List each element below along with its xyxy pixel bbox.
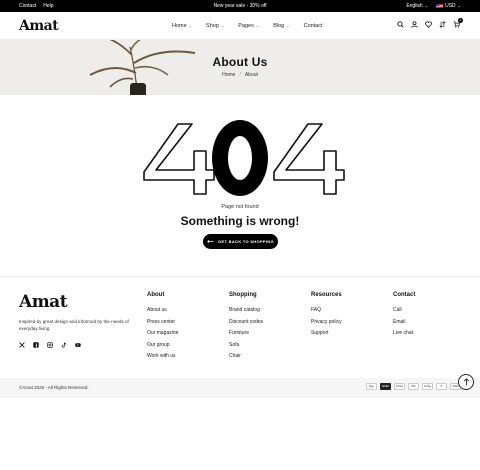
nav-item-shop[interactable]: Shop ⌄ <box>206 23 224 29</box>
chevron-down-icon: ⌄ <box>457 3 461 8</box>
footer-link[interactable]: Chair <box>229 353 263 365</box>
nav-item-pages[interactable]: Pages ⌄ <box>238 23 259 29</box>
paypal-icon: P <box>436 383 447 390</box>
footer-link[interactable]: Discount codes <box>229 319 263 331</box>
footer-link[interactable]: Our magazine <box>147 330 178 342</box>
footer-column-contact: Contact Call Email Live chat <box>393 292 415 342</box>
nav-label: Blog <box>273 23 285 29</box>
back-to-shopping-button[interactable]: GET BACK TO SHOPPING <box>203 234 278 249</box>
footer-bottom-bar: ©Amat 2025 - All Rights Reserved. Pay AM… <box>0 378 480 398</box>
language-selector[interactable]: English ⌄ <box>406 3 428 9</box>
footer-column-resources: Resources FAQ Privacy policy Support <box>311 292 342 342</box>
footer-link[interactable]: Our group <box>147 342 178 354</box>
main-nav: Home ⌄ Shop ⌄ Pages ⌄ Blog ⌄ Contact <box>172 23 323 29</box>
mastercard-icon: MC <box>408 383 419 390</box>
currency-selector[interactable]: USD ⌄ <box>436 3 461 9</box>
nav-item-contact[interactable]: Contact <box>304 23 323 29</box>
footer-divider <box>0 276 480 277</box>
search-icon[interactable] <box>397 21 404 28</box>
arrow-up-icon <box>463 378 469 386</box>
digit-4-left <box>143 123 215 195</box>
footer-column-title: About <box>147 292 165 298</box>
user-icon[interactable] <box>411 21 418 28</box>
site-header: Amat Home ⌄ Shop ⌄ Pages ⌄ Blog ⌄ Contact 0 <box>0 12 480 40</box>
chevron-down-icon: ⌄ <box>424 3 429 8</box>
arrow-left-icon <box>207 239 214 244</box>
back-button-label: GET BACK TO SHOPPING <box>218 239 274 244</box>
footer-link[interactable]: Sofa <box>229 342 263 354</box>
footer-link[interactable]: About us <box>147 307 178 319</box>
footer-column-title: Contact <box>393 292 416 298</box>
footer-link[interactable]: FAQ <box>311 307 342 319</box>
tiktok-icon[interactable] <box>61 342 67 348</box>
breadcrumb-current: About <box>244 72 258 78</box>
footer-column-title: Shopping <box>229 292 257 298</box>
footer-link[interactable]: Furniture <box>229 330 263 342</box>
youtube-icon[interactable] <box>75 342 81 348</box>
heart-icon[interactable] <box>425 21 432 28</box>
currency-label: USD <box>445 3 456 9</box>
breadcrumb-home[interactable]: Home <box>222 72 235 78</box>
error-code-404 <box>143 120 345 196</box>
nav-label: Contact <box>303 23 323 29</box>
nav-label: Pages <box>238 23 254 29</box>
footer-link[interactable]: Press center <box>147 319 178 331</box>
nav-item-blog[interactable]: Blog ⌄ <box>273 23 289 29</box>
chevron-down-icon: ⌄ <box>220 23 225 28</box>
footer-column-about: About About us Press center Our magazine… <box>147 292 178 365</box>
footer-link[interactable]: Work with us <box>147 353 178 365</box>
copyright-text: ©Amat 2025 - All Rights Reserved. <box>19 385 89 390</box>
x-icon[interactable] <box>19 342 25 348</box>
page-banner: About Us Home / About <box>0 40 480 95</box>
footer-logo[interactable]: Amat <box>19 292 68 312</box>
gpay-icon: G Pay <box>422 383 433 390</box>
error-title: Something is wrong! <box>180 214 300 228</box>
nav-label: Shop <box>206 23 219 29</box>
footer-link[interactable]: Support <box>311 330 342 342</box>
chevron-down-icon: ⌄ <box>188 23 193 28</box>
breadcrumb: Home / About <box>0 72 480 78</box>
error-subtitle: Page not found <box>221 204 259 210</box>
google-pay-icon: G Pay <box>394 383 405 390</box>
scroll-to-top-button[interactable] <box>458 374 474 390</box>
digit-4-right <box>273 123 345 195</box>
payment-methods: Pay AMEX G Pay MC G Pay P VISA <box>366 383 461 390</box>
nav-label: Home <box>172 23 187 29</box>
facebook-icon[interactable] <box>33 342 39 348</box>
footer-column-title: Resources <box>311 292 342 298</box>
chevron-down-icon: ⌄ <box>286 23 290 28</box>
us-flag-icon <box>436 3 444 8</box>
page-title: About Us <box>212 55 268 69</box>
footer-link[interactable]: Brand catalog <box>229 307 263 319</box>
footer-link[interactable]: Privacy policy <box>311 319 342 331</box>
social-links <box>19 342 81 348</box>
amex-icon: AMEX <box>380 383 391 390</box>
footer-link[interactable]: Live chat <box>393 330 415 342</box>
announcement-bar: Contact Help New year sale - 30% off Eng… <box>0 0 480 12</box>
breadcrumb-separator: / <box>239 72 241 78</box>
nav-item-home[interactable]: Home ⌄ <box>172 23 192 29</box>
footer-link[interactable]: Call <box>393 307 415 319</box>
apple-pay-icon: Pay <box>366 383 377 390</box>
cart-button[interactable]: 0 <box>453 18 463 28</box>
footer-description: Inspired by great design and informed by… <box>19 319 129 331</box>
footer-column-shopping: Shopping Brand catalog Discount codes Fu… <box>229 292 263 365</box>
chevron-down-icon: ⌄ <box>255 23 260 28</box>
logo[interactable]: Amat <box>19 18 59 34</box>
cart-count-badge: 0 <box>458 18 463 23</box>
language-label: English <box>406 3 423 9</box>
instagram-icon[interactable] <box>47 342 53 348</box>
footer-link[interactable]: Email <box>393 319 415 331</box>
compare-icon[interactable] <box>439 21 446 28</box>
